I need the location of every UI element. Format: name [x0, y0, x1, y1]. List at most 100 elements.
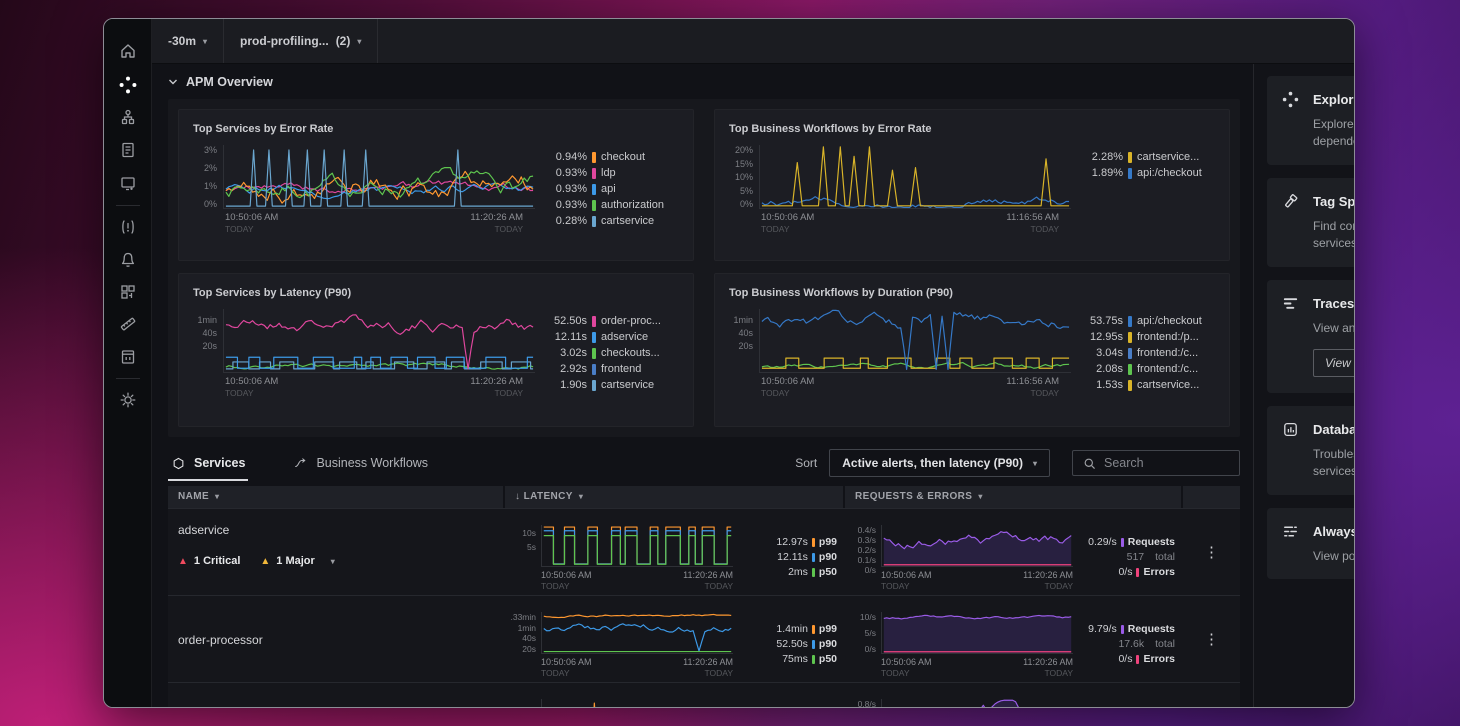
latency-sparkline[interactable] — [541, 612, 733, 654]
legend-item[interactable]: 0.93%authorization — [543, 199, 681, 211]
legend-item[interactable]: 1.53scartservice... — [1079, 379, 1217, 391]
chart-title: Top Business Workflows by Duration (P90) — [715, 274, 1229, 299]
alerts-summary[interactable]: ▲ 1 Critical ▲ 1 Major ▾ — [178, 555, 505, 567]
logs-icon[interactable] — [118, 140, 138, 160]
home-icon[interactable] — [118, 41, 138, 61]
latency-sparkline[interactable] — [541, 525, 733, 567]
table-row-adservice[interactable]: adservice ▲ 1 Critical ▲ 1 Major ▾ 10s5s… — [168, 508, 1240, 595]
search-box[interactable] — [1072, 450, 1240, 476]
view-traces-button[interactable]: View Traces — [1313, 349, 1354, 377]
sort-dropdown[interactable]: Active alerts, then latency (P90) ▾ — [829, 449, 1050, 477]
plot-area[interactable] — [759, 309, 1071, 373]
card-traces[interactable]: Traces View and search traces View Trace… — [1267, 280, 1354, 393]
tab-business-workflows[interactable]: Business Workflows — [290, 447, 431, 479]
latency-stats: 1.4minp99 52.50sp90 75msp50 — [733, 612, 845, 682]
legend-item[interactable]: 0.93%ldp — [543, 167, 681, 179]
stat-swatch — [812, 568, 815, 577]
rail-divider — [116, 378, 140, 379]
column-header-actions — [1183, 486, 1240, 508]
service-name[interactable]: order-processor — [178, 633, 505, 647]
legend-item[interactable]: 3.04sfrontend:/c... — [1079, 347, 1217, 359]
search-input[interactable] — [1104, 456, 1214, 470]
legend-item[interactable]: 53.75sapi:/checkout — [1079, 315, 1217, 327]
column-header-latency[interactable]: ↓ LATENCY▾ — [505, 486, 843, 508]
time-range-value: -30m — [168, 34, 196, 48]
legend-item[interactable]: 0.28%cartservice — [543, 215, 681, 227]
notifications-bell-icon[interactable] — [118, 250, 138, 270]
tab-services[interactable]: Services — [168, 447, 248, 479]
requests-stats: 9.79/sRequests 17.6ktotal 0/sErrors — [1073, 612, 1183, 682]
apm-service-map-icon[interactable] — [118, 75, 138, 95]
column-header-requests[interactable]: REQUESTS & ERRORS▾ — [845, 486, 1181, 508]
legend-item[interactable]: 0.93%api — [543, 183, 681, 195]
legend-swatch — [592, 316, 596, 327]
tag-spotlight-icon — [1281, 192, 1300, 211]
legend-item[interactable]: 52.50sorder-proc... — [543, 315, 681, 327]
table-row-partial[interactable]: 0.8/s0.6/s — [168, 682, 1240, 708]
card-explore[interactable]: Explore Explore service dependencies — [1267, 76, 1354, 165]
y-axis: .33min1min40s20s — [505, 612, 541, 654]
plot-area[interactable] — [223, 145, 535, 209]
y-axis: 3%2%1%0% — [183, 145, 223, 209]
legend-item[interactable]: 1.89%api:/checkout — [1079, 167, 1217, 179]
database-icon — [1281, 420, 1300, 439]
legend-item[interactable]: 1.90scartservice — [543, 379, 681, 391]
apm-overview-section: Top Services by Error Rate 3%2%1%0% 10:5… — [168, 99, 1240, 437]
row-menu-kebab-icon[interactable]: ⋮ — [1204, 630, 1219, 648]
legend-swatch — [592, 216, 596, 227]
settings-gear-icon[interactable] — [118, 390, 138, 410]
table-row-order-processor[interactable]: order-processor .33min1min40s20s 10:50:0… — [168, 595, 1240, 682]
legend-item[interactable]: 12.11sadservice — [543, 331, 681, 343]
legend-item[interactable]: 2.28%cartservice... — [1079, 151, 1217, 163]
legend-swatch — [592, 200, 596, 211]
legend-swatch — [592, 332, 596, 343]
chart-legend: 52.50sorder-proc... 12.11sadservice 3.02… — [535, 309, 685, 398]
legend-swatch — [592, 380, 596, 391]
apm-overview-toggle[interactable]: APM Overview — [168, 75, 273, 89]
legend-swatch — [1128, 364, 1132, 375]
card-tag-spotlight[interactable]: Tag Spotlight Find connections in tags a… — [1267, 178, 1354, 267]
latency-sparkline[interactable] — [541, 699, 733, 708]
legend-item[interactable]: 2.92sfrontend — [543, 363, 681, 375]
chart-panel-workflows-error-rate: Top Business Workflows by Error Rate 20%… — [714, 109, 1230, 261]
card-alwayson-profiling[interactable]: AlwaysOn Profiling View potential issues — [1267, 508, 1354, 579]
row-menu-kebab-icon[interactable]: ⋮ — [1204, 543, 1219, 561]
measure-ruler-icon[interactable] — [118, 314, 138, 334]
legend-item[interactable]: 2.08sfrontend:/c... — [1079, 363, 1217, 375]
legend-item[interactable]: 12.95sfrontend:/p... — [1079, 331, 1217, 343]
column-header-name[interactable]: NAME▾ — [168, 486, 503, 508]
plot-area[interactable] — [759, 145, 1071, 209]
card-databases[interactable]: Databases Troubleshoot queries in your s… — [1267, 406, 1354, 495]
traces-icon — [1281, 294, 1300, 313]
alwayson-profiling-icon — [1281, 522, 1300, 541]
requests-sparkline[interactable] — [881, 699, 1073, 708]
chart-panel-services-latency: Top Services by Latency (P90) 1min40s20s… — [178, 273, 694, 427]
chart-title: Top Services by Error Rate — [179, 110, 693, 135]
y-axis — [505, 699, 541, 708]
legend-item[interactable]: 0.94%checkout — [543, 151, 681, 163]
y-axis: 0.8/s0.6/s — [845, 699, 881, 708]
dashboards-icon[interactable] — [118, 173, 138, 193]
critical-alert-label: 1 Critical — [194, 555, 240, 567]
service-name[interactable]: adservice — [178, 523, 505, 537]
chevron-down-icon: ▾ — [203, 37, 207, 46]
time-range-picker[interactable]: -30m ▾ — [152, 19, 224, 63]
chevron-down-icon — [168, 78, 178, 86]
dependencies-icon[interactable] — [118, 108, 138, 128]
storage-box-icon[interactable] — [118, 347, 138, 367]
legend-item[interactable]: 3.02scheckouts... — [543, 347, 681, 359]
stat-swatch — [1136, 655, 1139, 664]
x-axis: 10:50:06 AMTODAY 11:20:26 AMTODAY — [541, 567, 733, 591]
list-toolbar: Services Business Workflows Sort Active … — [168, 447, 1240, 479]
environment-tab[interactable]: prod-profiling... (2) ▾ — [224, 19, 378, 63]
plot-area[interactable] — [223, 309, 535, 373]
y-axis: 10/s5/s0/s — [845, 612, 881, 654]
stat-swatch — [812, 538, 815, 547]
app-window: -30m ▾ prod-profiling... (2) ▾ APM Overv… — [103, 18, 1355, 708]
requests-sparkline[interactable] — [881, 612, 1073, 654]
alerts-icon[interactable] — [118, 217, 138, 237]
table-header: NAME▾ ↓ LATENCY▾ REQUESTS & ERRORS▾ — [168, 486, 1240, 508]
apps-grid-icon[interactable] — [118, 282, 138, 302]
requests-sparkline[interactable] — [881, 525, 1073, 567]
chevron-down-icon: ▾ — [978, 492, 982, 501]
